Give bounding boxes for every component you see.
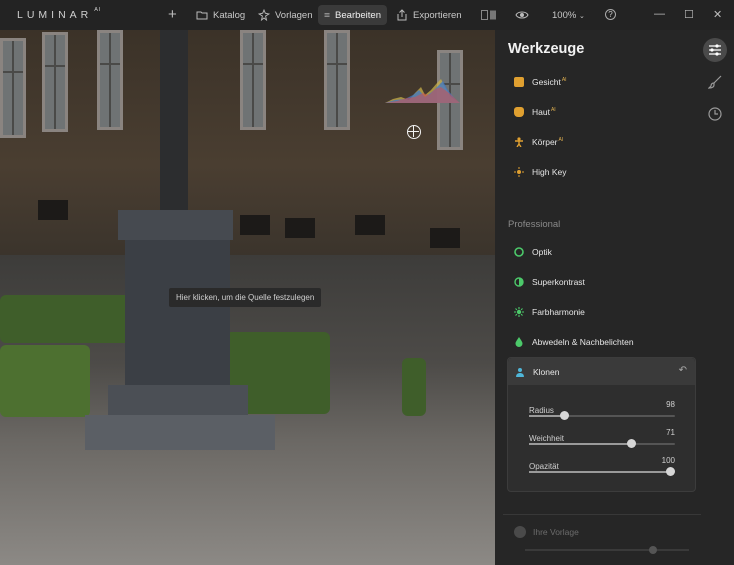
presets-icon xyxy=(258,9,270,21)
add-button[interactable]: + xyxy=(168,7,177,22)
tab-exportieren[interactable]: Exportieren xyxy=(390,5,468,25)
slider-fill xyxy=(529,415,565,417)
slider-track[interactable] xyxy=(529,467,676,476)
tool-abwedeln-nachbelichten[interactable]: Abwedeln & Nachbelichten xyxy=(514,334,634,350)
compare-icon[interactable] xyxy=(481,10,497,20)
tab-vorlagen[interactable]: Vorlagen xyxy=(252,5,319,25)
clone-icon xyxy=(516,368,524,377)
luminar-app: LUMINAR AI + Katalog Vorlagen Bearbeiten … xyxy=(0,0,734,565)
panel-side-icons xyxy=(700,36,730,134)
folder-icon xyxy=(196,11,208,20)
slider-track[interactable] xyxy=(529,439,675,448)
clone-brush-cursor xyxy=(407,125,421,139)
hedge xyxy=(0,295,135,343)
preset-toggle[interactable] xyxy=(514,526,526,538)
tab-katalog[interactable]: Katalog xyxy=(190,5,251,25)
top-bar: LUMINAR AI + Katalog Vorlagen Bearbeiten … xyxy=(0,0,734,30)
tab-bearbeiten[interactable]: Bearbeiten xyxy=(318,5,387,25)
lamp-post-capital xyxy=(118,210,233,240)
slider-knob[interactable] xyxy=(626,439,636,448)
slider-knob[interactable] xyxy=(666,467,676,476)
skin-icon xyxy=(514,107,524,117)
lamp-post-plinth xyxy=(85,415,275,450)
optics-icon xyxy=(514,247,524,257)
sliders-icon xyxy=(324,13,330,17)
tool-haut[interactable]: HautAI xyxy=(514,104,556,120)
radius-slider[interactable]: Radius 98 xyxy=(529,400,675,420)
minimize-button[interactable]: — xyxy=(654,8,665,20)
panel-divider xyxy=(503,514,701,515)
preset-row[interactable]: Ihre Vorlage xyxy=(514,526,579,538)
tool-superkontrast[interactable]: Superkontrast xyxy=(514,274,585,290)
facade-window xyxy=(42,32,68,132)
slider-track[interactable] xyxy=(529,411,675,420)
histogram xyxy=(385,79,460,103)
tools-sliders-icon[interactable] xyxy=(703,38,727,62)
zoom-select[interactable]: 100% ⌄ xyxy=(552,10,585,21)
opazitaet-slider[interactable]: Opazität 100 xyxy=(529,456,676,476)
facade-window xyxy=(0,38,26,138)
tool-farbharmonie[interactable]: Farbharmonie xyxy=(514,304,585,320)
tool-koerper[interactable]: KörperAI xyxy=(514,134,563,150)
tool-gesicht[interactable]: GesichtAI xyxy=(514,74,567,90)
chevron-down-icon: ⌄ xyxy=(578,13,585,20)
slider-knob[interactable] xyxy=(649,546,657,554)
help-icon[interactable]: ? xyxy=(605,9,616,20)
cellar-window xyxy=(38,200,68,220)
slider-fill xyxy=(529,471,671,473)
face-icon xyxy=(514,77,524,87)
dodge-icon xyxy=(515,337,523,347)
contrast-icon xyxy=(514,277,524,287)
brush-icon[interactable] xyxy=(703,70,727,94)
lamp-post-column xyxy=(160,30,188,210)
tool-optik[interactable]: Optik xyxy=(514,244,552,260)
clone-source-tooltip: Hier klicken, um die Quelle festzulegen xyxy=(169,288,322,307)
panel-title: Werkzeuge xyxy=(508,41,585,57)
tool-high-key[interactable]: High Key xyxy=(514,164,567,180)
highkey-icon xyxy=(514,167,524,177)
reset-icon[interactable]: ↶ xyxy=(679,365,687,376)
export-icon xyxy=(397,9,407,21)
facade-window xyxy=(324,30,350,130)
preview-eye-icon[interactable] xyxy=(515,10,529,20)
facade-window xyxy=(240,30,266,130)
tool-klonen[interactable]: Klonen xyxy=(515,364,559,380)
close-button[interactable]: ✕ xyxy=(713,8,722,21)
body-icon xyxy=(515,137,523,147)
harmony-icon xyxy=(514,307,524,317)
slider-fill xyxy=(529,443,632,445)
tools-panel: Werkzeuge GesichtAI HautAI KörperAI High… xyxy=(495,30,734,565)
preset-amount-slider[interactable] xyxy=(525,546,689,554)
maximize-button[interactable]: ☐ xyxy=(684,8,694,21)
facade-window xyxy=(97,30,123,130)
hedge xyxy=(0,345,90,417)
slider-knob[interactable] xyxy=(559,411,569,420)
weichheit-slider[interactable]: Weichheit 71 xyxy=(529,428,675,448)
cellar-window xyxy=(430,228,460,248)
lamp-post-pedestal xyxy=(125,240,230,390)
image-canvas[interactable]: Hier klicken, um die Quelle festzulegen xyxy=(0,30,495,565)
clone-tool-panel: Klonen ↶ Radius 98 Weichheit 71 Opazität… xyxy=(507,357,696,492)
app-logo: LUMINAR AI xyxy=(17,7,102,21)
cellar-window xyxy=(240,215,270,235)
cellar-window xyxy=(355,215,385,235)
hedge xyxy=(402,358,426,416)
cellar-window xyxy=(285,218,315,238)
section-professional: Professional xyxy=(508,219,561,230)
clone-tool-header[interactable]: Klonen ↶ xyxy=(508,358,695,385)
history-clock-icon[interactable] xyxy=(703,102,727,126)
